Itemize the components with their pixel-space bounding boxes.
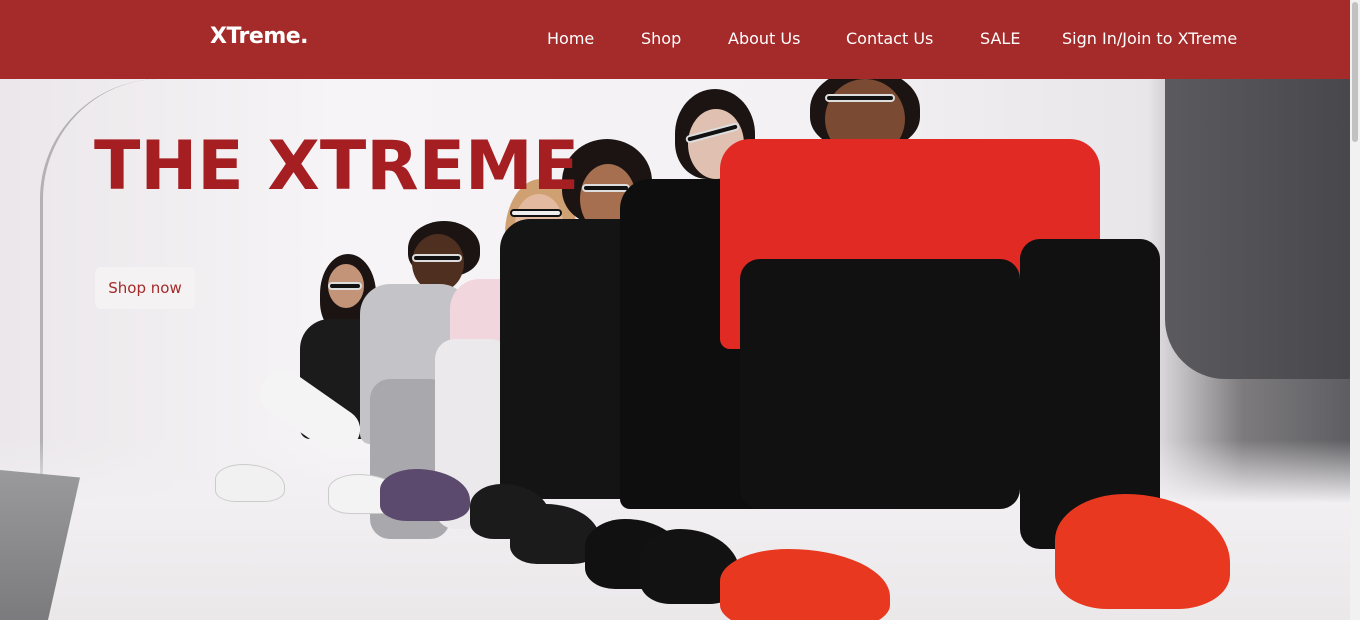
hero-title: THE XTREME bbox=[94, 127, 580, 206]
nav-signin-link[interactable]: Sign In/Join to XTreme bbox=[1062, 29, 1237, 48]
shop-now-button[interactable]: Shop now bbox=[95, 267, 195, 309]
hero-banner: THE XTREME Shop now bbox=[0, 79, 1350, 620]
nav-home-link[interactable]: Home bbox=[547, 29, 594, 48]
scrollbar-thumb[interactable] bbox=[1352, 2, 1358, 142]
main-nav: Home Shop About Us Contact Us SALE Sign … bbox=[0, 29, 1350, 51]
nav-about-link[interactable]: About Us bbox=[728, 29, 800, 48]
page-scrollbar[interactable] bbox=[1350, 0, 1360, 620]
nav-shop-link[interactable]: Shop bbox=[641, 29, 681, 48]
top-navbar: XTreme. Home Shop About Us Contact Us SA… bbox=[0, 0, 1350, 79]
nav-contact-link[interactable]: Contact Us bbox=[846, 29, 933, 48]
nav-sale-link[interactable]: SALE bbox=[980, 29, 1020, 48]
